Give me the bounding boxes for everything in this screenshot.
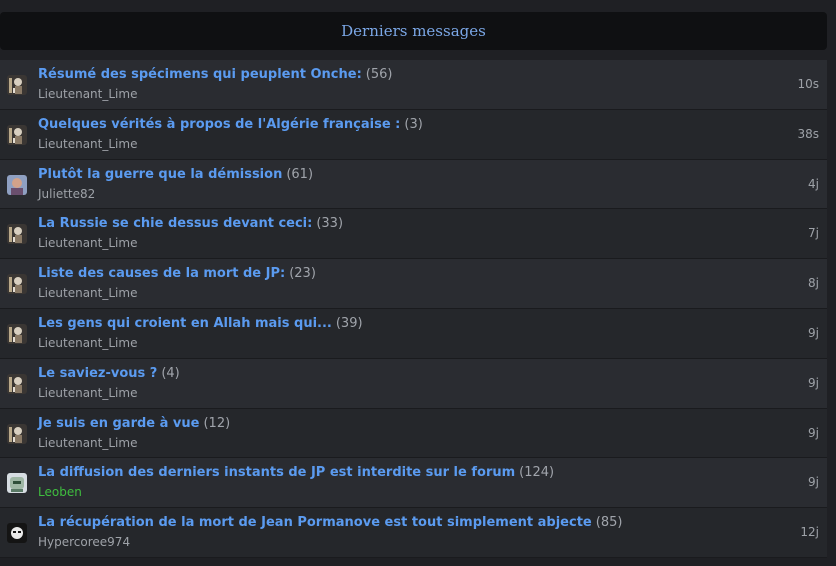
panel-title: Derniers messages (341, 22, 486, 40)
topic-title-link[interactable]: Résumé des spécimens qui peuplent Onche: (38, 67, 362, 82)
topic-title-line: La récupération de la mort de Jean Porma… (38, 515, 622, 530)
author-link[interactable]: Lieutenant_Lime (38, 336, 137, 350)
last-activity-time: 9j (808, 325, 819, 340)
reply-count: (33) (316, 216, 344, 232)
author-link[interactable]: Leoben (38, 485, 82, 499)
portrait-avatar[interactable] (7, 174, 27, 195)
mime-avatar[interactable] (7, 323, 27, 344)
topic-title-line: Les gens qui croient en Allah mais qui..… (38, 316, 363, 331)
last-activity-time: 8j (808, 276, 819, 291)
topic-title-link[interactable]: Plutôt la guerre que la démission (38, 167, 282, 182)
topic-title-link[interactable]: Je suis en garde à vue (38, 416, 199, 431)
last-activity-time: 10s (797, 77, 819, 91)
reply-count: (61) (286, 166, 314, 182)
topic-title-line: Quelques vérités à propos de l'Algérie f… (38, 117, 423, 132)
last-activity-time: 9j (808, 425, 819, 440)
mime-avatar[interactable] (7, 224, 27, 245)
mime-avatar[interactable] (7, 274, 27, 295)
latest-messages-panel: Derniers messages Résumé des spécimens q… (0, 0, 836, 566)
topic-title-link[interactable]: La récupération de la mort de Jean Porma… (38, 515, 592, 530)
topic-row[interactable]: Je suis en garde à vue (12) Lieutenant_Li… (0, 408, 827, 459)
reply-count: (39) (335, 315, 363, 331)
author-link[interactable]: Lieutenant_Lime (38, 386, 137, 400)
topic-row[interactable]: Les gens qui croient en Allah mais qui..… (0, 308, 827, 359)
reply-count: (124) (519, 465, 555, 481)
topic-row[interactable]: Plutôt la guerre que la démission (61) Ju… (0, 159, 827, 210)
topic-row[interactable]: Le saviez-vous ? (4) Lieutenant_Lime 9j (0, 358, 827, 409)
reply-count: (3) (404, 116, 423, 132)
topic-title-line: Je suis en garde à vue (12) (38, 416, 230, 431)
topic-title-line: Plutôt la guerre que la démission (61) (38, 167, 313, 182)
author-link[interactable]: Juliette82 (38, 187, 95, 201)
topic-row[interactable]: Quelques vérités à propos de l'Algérie f… (0, 109, 827, 160)
topic-title-link[interactable]: Les gens qui croient en Allah mais qui..… (38, 316, 332, 331)
author-link[interactable]: Lieutenant_Lime (38, 236, 137, 250)
panel-header: Derniers messages (0, 12, 827, 50)
topic-list: Résumé des spécimens qui peuplent Onche:… (0, 60, 827, 558)
topic-title-link[interactable]: La diffusion des derniers instants de JP… (38, 465, 515, 480)
mime-avatar[interactable] (7, 423, 27, 444)
mime-avatar[interactable] (7, 75, 27, 95)
topic-title-line: La diffusion des derniers instants de JP… (38, 465, 554, 480)
topic-title-line: Liste des causes de la mort de JP: (23) (38, 266, 316, 281)
author-link[interactable]: Lieutenant_Lime (38, 87, 137, 101)
reply-count: (85) (595, 515, 623, 531)
last-activity-time: 4j (808, 176, 819, 191)
topic-title-line: Résumé des spécimens qui peuplent Onche:… (38, 67, 392, 82)
reply-count: (56) (365, 67, 393, 82)
author-link[interactable]: Lieutenant_Lime (38, 137, 137, 151)
last-activity-time: 9j (808, 375, 819, 390)
last-activity-time: 7j (808, 226, 819, 241)
reply-count: (12) (203, 415, 231, 431)
topic-title-link[interactable]: Liste des causes de la mort de JP: (38, 266, 285, 281)
topic-row[interactable]: La récupération de la mort de Jean Porma… (0, 508, 827, 558)
topic-row[interactable]: La Russie se chie dessus devant ceci: (33… (0, 209, 827, 260)
topic-title-line: Le saviez-vous ? (4) (38, 366, 180, 381)
topic-row[interactable]: La diffusion des derniers instants de JP… (0, 458, 827, 509)
author-link[interactable]: Lieutenant_Lime (38, 436, 137, 450)
topic-row[interactable]: Résumé des spécimens qui peuplent Onche:… (0, 60, 827, 110)
author-link[interactable]: Lieutenant_Lime (38, 286, 137, 300)
topic-row[interactable]: Liste des causes de la mort de JP: (23) L… (0, 259, 827, 309)
mime-avatar[interactable] (7, 373, 27, 394)
topic-title-link[interactable]: La Russie se chie dessus devant ceci: (38, 216, 312, 231)
masked-avatar[interactable] (7, 523, 27, 544)
topic-title-line: La Russie se chie dessus devant ceci: (33… (38, 216, 343, 231)
last-activity-time: 38s (797, 126, 819, 141)
robot-avatar[interactable] (7, 473, 27, 494)
reply-count: (23) (289, 266, 316, 282)
topic-title-link[interactable]: Le saviez-vous ? (38, 366, 157, 381)
mime-avatar[interactable] (7, 124, 27, 145)
reply-count: (4) (161, 365, 180, 381)
topic-title-link[interactable]: Quelques vérités à propos de l'Algérie f… (38, 117, 400, 132)
author-link[interactable]: Hypercoree974 (38, 535, 130, 549)
last-activity-time: 12j (800, 525, 819, 540)
last-activity-time: 9j (808, 475, 819, 490)
